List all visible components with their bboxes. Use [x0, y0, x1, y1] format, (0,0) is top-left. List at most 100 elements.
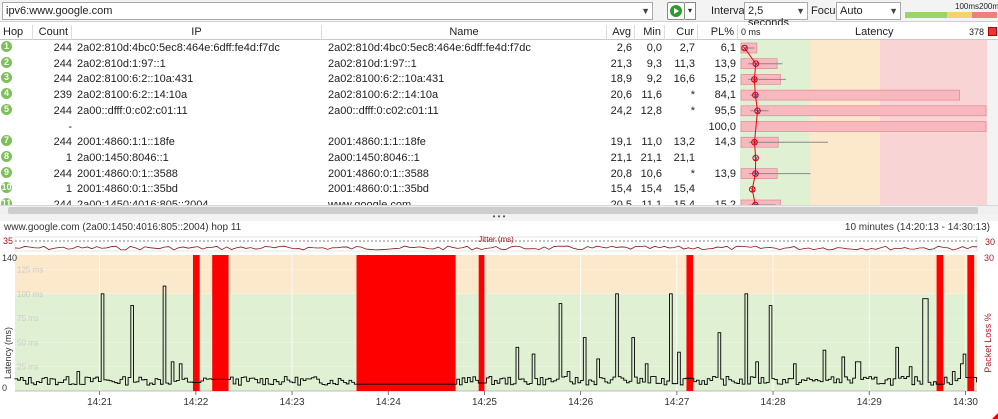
jitter-right-tick: 30 — [985, 237, 995, 247]
cell-name: 2a02:810d:4bc0:5ec8:464e:6dff:fe4d:f7dc — [328, 42, 531, 54]
y-faint-tick-label: 25 ms — [17, 363, 39, 372]
cell-pl: 84,1 — [714, 89, 736, 102]
cell-cur: * — [690, 89, 695, 102]
x-tick-label: 14:27 — [664, 397, 689, 408]
cell-ip: 2a00::dfff:0:c02:c01:11 — [77, 104, 188, 117]
packet-loss-band — [686, 255, 694, 391]
cell-avg: 20,8 — [610, 167, 632, 180]
hop-row[interactable]: 5 244 2a00::dfff:0:c02:c01:11 2a00::dfff:0:… — [0, 103, 740, 120]
col-avg[interactable]: Avg — [607, 25, 635, 40]
graph-timespan: 10 minutes (14:20:13 - 14:30:13) — [844, 222, 990, 233]
hop-row[interactable]: 7 244 2001:4860:1:1::18fe 2001:4860:1:1::18… — [0, 135, 740, 151]
cell-ip: 2a00:1450:8046::1 — [77, 151, 169, 164]
cell-min: 9,3 — [646, 57, 662, 70]
chevron-down-icon[interactable]: ▼ — [641, 3, 650, 19]
cell-cur: 2,7 — [679, 42, 695, 54]
start-dropdown-button[interactable]: ▾ — [685, 2, 696, 20]
target-value: ipv6:www.google.com — [6, 5, 113, 17]
cell-cur: 13,2 — [673, 136, 695, 149]
cell-ip: 2a02:8100:6:2::14:10a — [77, 89, 188, 102]
y-faint-tick-label: 100 ms — [17, 290, 43, 299]
cell-avg: 24,2 — [610, 104, 632, 117]
chevron-down-icon: ▼ — [796, 6, 805, 16]
latency-graph: Jitter (ms) 35 30 125 ms 100 ms 75 ms 50 ms 25 … — [2, 235, 998, 419]
splitter-handle[interactable]: • • • — [0, 213, 998, 221]
hop-row[interactable]: 9 244 2001:4860:0:1::3588 2001:4860:0:1::35… — [0, 166, 740, 183]
hop-row[interactable]: 10 1 2001:4860:0:1::35bd 2001:4860:0:1::35b… — [0, 182, 740, 198]
cell-min: 11,6 — [641, 89, 662, 102]
cell-name: 2a00:1450:8046::1 — [328, 151, 420, 164]
graph-title: www.google.com (2a00:1450:4016:805::2004… — [4, 222, 242, 233]
scale-green — [905, 12, 947, 18]
cell-name: 2a02:8100:6:2::10a:431 — [328, 73, 445, 86]
vertical-scrollbar[interactable] — [987, 40, 998, 205]
start-button[interactable] — [667, 2, 685, 20]
interval-select[interactable]: 2,5 seconds ▼ — [744, 2, 808, 29]
cell-count: 239 — [53, 89, 72, 102]
x-tick-label: 14:30 — [953, 397, 978, 408]
cell-count: 244 — [53, 73, 72, 86]
col-name[interactable]: Name — [322, 25, 607, 40]
x-tick-label: 14:23 — [280, 397, 305, 408]
cell-pl: 13,9 — [714, 57, 736, 70]
y-axis-label: Latency (ms) — [3, 327, 13, 379]
cell-cur: 21,1 — [673, 151, 695, 164]
col-latency[interactable]: 0 ms Latency 378 — [738, 25, 998, 40]
latency-scale-legend: 100ms 200ms — [905, 2, 998, 19]
hop-row[interactable]: 2 244 2a02:810d:1:97::1 2a02:810d:1:97::1 21… — [0, 56, 740, 73]
cell-pl: 6,1 — [720, 42, 736, 54]
resize-grip-icon — [992, 413, 998, 419]
hop-row[interactable]: 1 244 2a02:810d:4bc0:5ec8:464e:6dff:fe4d:f… — [0, 41, 740, 57]
hop-status-icon: 5 — [1, 103, 12, 115]
scale-200-label: 200ms — [979, 2, 998, 11]
cell-avg: 15,4 — [610, 183, 632, 196]
hop-row[interactable]: - 100,0 — [0, 120, 740, 136]
cell-min: 21,1 — [640, 151, 662, 164]
y-max-label: 140 — [2, 253, 17, 263]
col-ip[interactable]: IP — [72, 25, 322, 40]
cell-pl: 95,5 — [714, 104, 736, 117]
cell-avg: 2,6 — [616, 42, 632, 54]
latency-header-label: Latency — [855, 26, 894, 38]
jitter-left-tick: 35 — [3, 236, 13, 246]
cell-min: 0,0 — [646, 42, 662, 54]
col-hop[interactable]: Hop — [0, 25, 33, 40]
cell-avg: 19,1 — [610, 136, 632, 149]
cell-cur: * — [690, 104, 695, 117]
cell-count: 244 — [53, 42, 72, 54]
col-min[interactable]: Min — [635, 25, 665, 40]
cell-count: 244 — [53, 136, 72, 149]
x-tick-label: 14:29 — [857, 397, 882, 408]
col-cur[interactable]: Cur — [665, 25, 698, 40]
cell-min: 9,2 — [646, 73, 662, 86]
x-tick-label: 14:25 — [472, 397, 497, 408]
cell-name: 2a02:8100:6:2::14:10a — [328, 89, 439, 102]
target-input[interactable]: ipv6:www.google.com ▼ — [2, 2, 653, 20]
y-faint-tick-label: 50 ms — [17, 338, 39, 347]
hop-status-icon: 1 — [1, 41, 12, 52]
hop-row[interactable]: 8 1 2a00:1450:8046::1 2a00:1450:8046::1 21,1… — [0, 150, 740, 167]
hop-row[interactable]: 3 244 2a02:8100:6:2::10a:431 2a02:8100:6:2:… — [0, 72, 740, 88]
x-tick-label: 14:22 — [183, 397, 208, 408]
cell-name: 2a02:810d:1:97::1 — [328, 57, 417, 70]
col-pl[interactable]: PL% — [698, 25, 738, 40]
packet-loss-bar — [740, 121, 987, 132]
latency-min-label: 0 ms — [741, 27, 761, 37]
scale-red — [972, 12, 997, 18]
x-tick-label: 14:28 — [761, 397, 786, 408]
col-count[interactable]: Count — [33, 25, 72, 40]
chevron-down-icon: ▼ — [889, 6, 898, 16]
cell-pl: 15,2 — [714, 73, 736, 86]
hop-row[interactable]: 4 239 2a02:8100:6:2::14:10a 2a02:8100:6:2::… — [0, 88, 740, 104]
x-tick-label: 14:21 — [87, 397, 112, 408]
cell-min: 11,0 — [641, 136, 662, 149]
y-zero-label: 0 — [2, 383, 7, 393]
cell-ip: 2a02:810d:1:97::1 — [77, 57, 166, 70]
cell-ip: 2001:4860:0:1::35bd — [77, 183, 178, 196]
hop-status-icon: 2 — [1, 56, 12, 68]
focus-select[interactable]: Auto ▼ — [836, 2, 901, 20]
cell-min: 10,6 — [640, 167, 662, 180]
y-faint-tick-label: 125 ms — [17, 266, 43, 275]
hop-status-icon: 10 — [1, 182, 12, 194]
hop-status-icon: 9 — [1, 166, 12, 178]
